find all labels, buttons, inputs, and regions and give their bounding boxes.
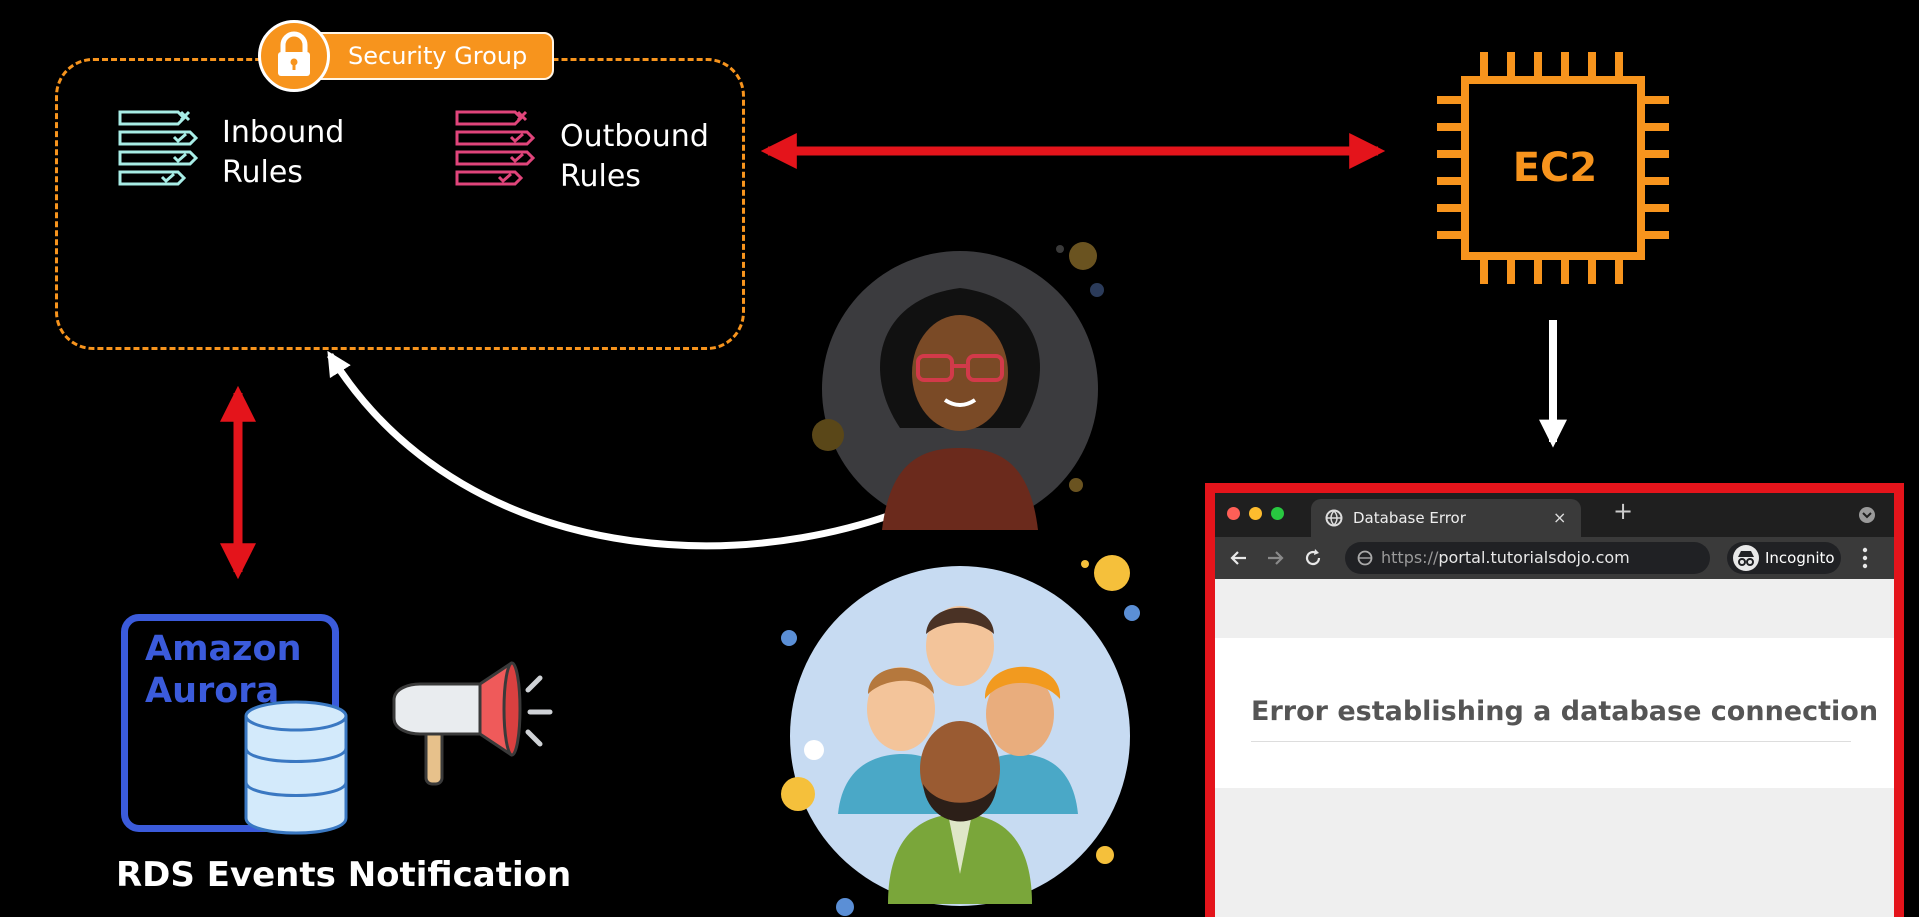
site-info-icon[interactable] [1357, 550, 1373, 566]
menu-dots-icon[interactable] [1861, 546, 1869, 570]
tab-close-button[interactable]: × [1553, 499, 1566, 537]
tab-title: Database Error [1353, 509, 1466, 527]
globe-icon [1325, 509, 1343, 527]
rds-events-notification-label: RDS Events Notification [116, 855, 572, 895]
back-icon[interactable] [1229, 548, 1249, 568]
error-divider [1251, 741, 1851, 742]
url-text: https://portal.tutorialsdojo.com [1381, 542, 1630, 574]
browser-tab-bar: Database Error × + [1215, 493, 1894, 537]
group-decor-dots [781, 555, 1140, 916]
aurora-label-line1: Amazon [145, 629, 302, 669]
url-host: portal.tutorialsdojo.com [1438, 548, 1630, 567]
reload-icon[interactable] [1303, 548, 1323, 568]
minimize-window-button[interactable] [1249, 507, 1262, 520]
database-icon [242, 700, 350, 836]
tab-database-error[interactable]: Database Error × [1311, 499, 1581, 537]
browser-window: Database Error × + https://portal.tutori… [1205, 483, 1904, 917]
close-window-button[interactable] [1227, 507, 1240, 520]
chevron-down-icon [1862, 512, 1872, 519]
new-tab-button[interactable]: + [1613, 497, 1633, 525]
incognito-badge[interactable]: Incognito [1727, 542, 1841, 574]
maximize-window-button[interactable] [1271, 507, 1284, 520]
megaphone-icon [390, 660, 554, 800]
address-bar[interactable]: https://portal.tutorialsdojo.com [1345, 542, 1710, 574]
browser-toolbar: https://portal.tutorialsdojo.com Incogni… [1215, 537, 1894, 579]
forward-icon[interactable] [1265, 548, 1285, 568]
incognito-icon [1733, 545, 1759, 571]
tab-search-button[interactable] [1859, 507, 1875, 523]
url-scheme: https:// [1381, 548, 1439, 567]
incognito-label: Incognito [1765, 549, 1835, 567]
error-message: Error establishing a database connection [1251, 696, 1879, 727]
ec2-label: EC2 [1512, 145, 1598, 191]
avatar-decor-dots [812, 242, 1104, 492]
error-panel: Error establishing a database connection [1215, 638, 1894, 788]
